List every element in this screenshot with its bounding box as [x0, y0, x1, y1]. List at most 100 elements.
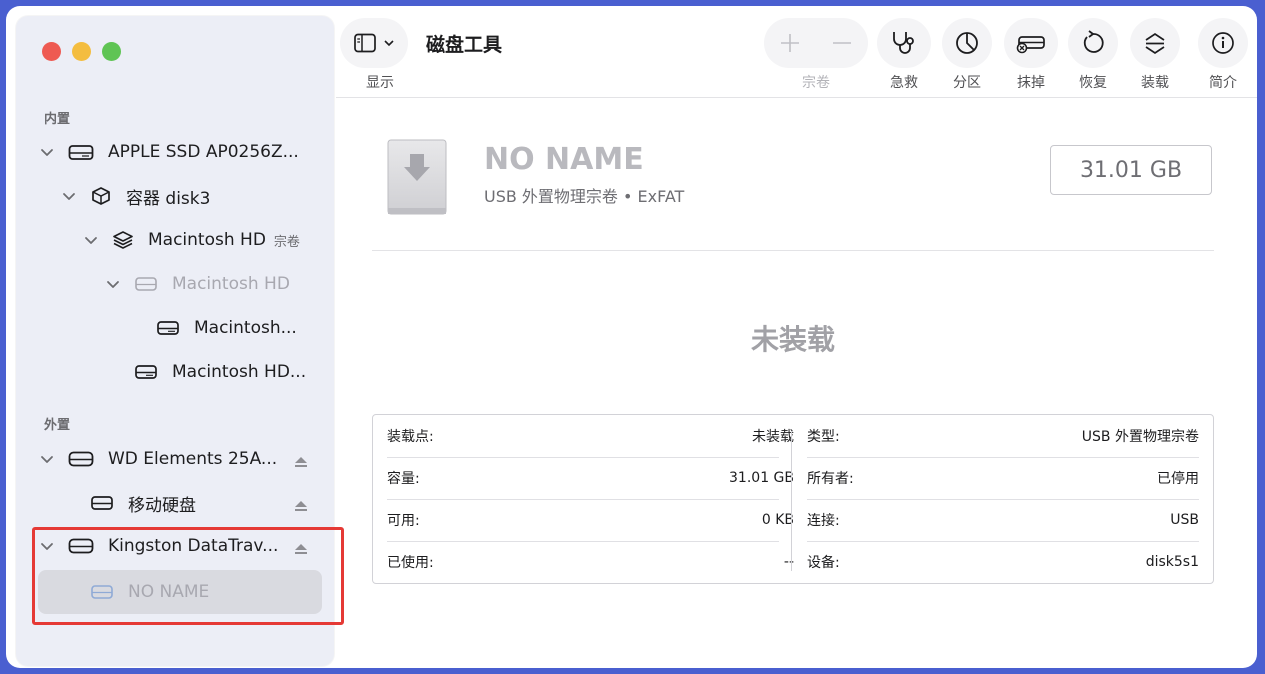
sidebar-item-label: Macintosh HD	[172, 274, 290, 294]
info-value: 已停用	[1157, 471, 1199, 487]
sidebar-item-mobile-drive[interactable]: 移动硬盘	[90, 489, 196, 517]
info-key: 装载点:	[387, 429, 434, 445]
volume-icon	[134, 362, 158, 382]
info-row: 装载点: 未装载	[387, 415, 794, 457]
row-divider	[807, 499, 1199, 500]
restore-label: 恢复	[1079, 75, 1107, 91]
eject-icon[interactable]	[294, 497, 308, 511]
chevron-down-icon[interactable]	[40, 452, 54, 466]
info-row: 容量: 31.01 GB	[387, 457, 794, 499]
minimize-button[interactable]	[72, 42, 91, 61]
external-drive-icon	[68, 449, 94, 469]
mount-label: 装载	[1141, 75, 1169, 91]
eject-icon[interactable]	[294, 453, 308, 467]
sidebar-item-label: 移动硬盘	[128, 495, 196, 516]
info-icon	[1212, 32, 1234, 54]
close-button[interactable]	[42, 42, 61, 61]
info-table: 装载点: 未装载 容量: 31.01 GB 可用: 0 KB 已使用: -- 类…	[372, 414, 1214, 584]
toolbar: 显示 磁盘工具 宗卷 急救 分区 抹掉 恢复 装载 简介	[336, 6, 1257, 98]
disk-name: NO NAME	[484, 142, 644, 177]
restore-arrow-icon	[1083, 30, 1104, 53]
volume-label: 宗卷	[802, 75, 830, 91]
info-label: 简介	[1209, 75, 1237, 91]
info-key: 连接:	[807, 513, 840, 529]
sidebar-item-apple-ssd[interactable]: APPLE SSD AP0256Z...	[40, 138, 299, 166]
column-divider	[791, 431, 792, 571]
first-aid-button[interactable]	[877, 18, 931, 68]
info-row: 连接: USB	[807, 499, 1199, 541]
zoom-button[interactable]	[102, 42, 121, 61]
info-button[interactable]	[1198, 18, 1248, 68]
sidebar: 内置 APPLE SSD AP0256Z... 容器 disk3 Macinto…	[16, 16, 344, 666]
sidebar-item-label: 容器 disk3	[126, 188, 211, 209]
info-value: --	[783, 554, 794, 570]
info-value: 未装载	[752, 429, 794, 445]
row-divider	[387, 541, 779, 542]
chevron-down-icon[interactable]	[62, 189, 76, 203]
info-row: 已使用: --	[387, 541, 794, 583]
divider	[372, 250, 1214, 251]
info-key: 所有者:	[807, 471, 854, 487]
plus-icon	[781, 34, 799, 52]
info-value: 0 KB	[761, 512, 794, 528]
disk-subtitle: USB 外置物理宗卷 • ExFAT	[484, 187, 685, 206]
info-key: 可用:	[387, 513, 420, 529]
info-key: 类型:	[807, 429, 840, 445]
volume-icon	[90, 493, 114, 513]
info-row: 类型: USB 外置物理宗卷	[807, 415, 1199, 457]
info-row: 所有者: 已停用	[807, 457, 1199, 499]
info-value: 31.01 GB	[729, 470, 794, 486]
stethoscope-icon	[893, 32, 914, 54]
mount-icon	[1145, 32, 1165, 55]
info-row: 可用: 0 KB	[387, 499, 794, 541]
sidebar-item-label: Macintosh HD	[148, 230, 266, 250]
info-key: 容量:	[387, 471, 420, 487]
sidebar-item-macintosh-data[interactable]: Macintosh...	[156, 314, 297, 342]
erase-button[interactable]	[1004, 18, 1058, 68]
info-value: USB	[1170, 512, 1199, 528]
info-value: disk5s1	[1145, 554, 1199, 570]
partition-button[interactable]	[942, 18, 992, 68]
partition-label: 分区	[953, 75, 981, 91]
chevron-down-icon[interactable]	[40, 145, 54, 159]
restore-button[interactable]	[1068, 18, 1118, 68]
volume-tag: 宗卷	[273, 234, 300, 250]
sidebar-toggle-icon	[354, 33, 376, 53]
hard-drive-icon	[68, 142, 94, 162]
sidebar-item-label: WD Elements 25A...	[108, 449, 278, 469]
disk-utility-window: 内置 APPLE SSD AP0256Z... 容器 disk3 Macinto…	[6, 6, 1257, 668]
chevron-down-icon	[384, 40, 394, 47]
volume-add-remove[interactable]	[764, 18, 868, 68]
sidebar-item-container[interactable]: 容器 disk3	[62, 182, 210, 210]
sidebar-item-macintosh-hd-data[interactable]: Macintosh HD...	[134, 358, 306, 386]
capacity-badge: 31.01 GB	[1050, 145, 1212, 195]
view-button[interactable]	[340, 18, 408, 68]
highlight-annotation	[32, 527, 344, 625]
chevron-down-icon[interactable]	[106, 277, 120, 291]
info-row: 设备: disk5s1	[807, 541, 1199, 583]
section-external: 外置	[44, 418, 71, 433]
sidebar-item-wd-elements[interactable]: WD Elements 25A...	[40, 445, 277, 473]
sidebar-item-label: Macintosh...	[194, 318, 297, 338]
app-title: 磁盘工具	[426, 34, 503, 56]
row-divider	[807, 457, 1199, 458]
info-key: 已使用:	[387, 555, 434, 571]
first-aid-label: 急救	[890, 75, 918, 91]
chevron-down-icon[interactable]	[84, 233, 98, 247]
section-internal: 内置	[44, 112, 71, 127]
info-value: USB 外置物理宗卷	[1081, 429, 1199, 445]
row-divider	[387, 499, 779, 500]
sidebar-item-label: APPLE SSD AP0256Z...	[108, 142, 299, 162]
volume-icon	[134, 274, 158, 294]
sidebar-item-macintosh-hd-snapshot[interactable]: Macintosh HD	[106, 270, 290, 298]
layers-icon	[112, 230, 134, 250]
pie-chart-icon	[956, 32, 978, 54]
window-controls	[42, 42, 121, 61]
volume-icon	[156, 318, 180, 338]
mount-button[interactable]	[1130, 18, 1180, 68]
main-panel: NO NAME USB 外置物理宗卷 • ExFAT 31.01 GB 未装载 …	[336, 98, 1257, 668]
sidebar-item-volume-group[interactable]: Macintosh HD 宗卷	[84, 226, 300, 254]
disk-image-icon	[386, 138, 448, 222]
erase-drive-icon	[1016, 36, 1045, 54]
info-key: 设备:	[807, 555, 840, 571]
